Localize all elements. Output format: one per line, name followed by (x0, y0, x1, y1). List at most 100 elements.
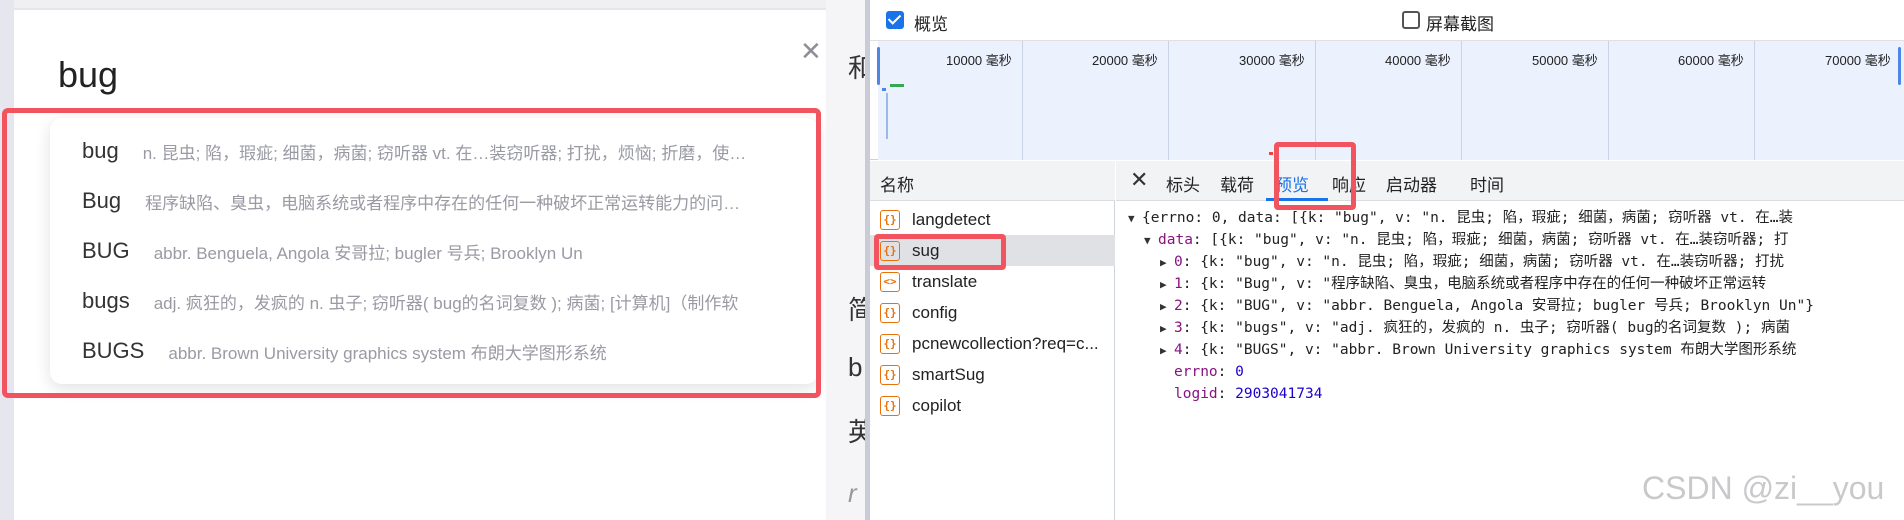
timeline-tick-label: 40000 毫秒 (1385, 53, 1451, 68)
json-item-text: : {k: "bug", v: "n. 昆虫; 陷，瑕疵; 细菌，病菌; 窃听器… (1182, 254, 1785, 270)
tab-preview[interactable]: 预览 (1275, 171, 1309, 196)
devtools-network-panel: 概览 屏幕截图 10000 毫秒 20000 毫秒 30000 毫秒 40000… (870, 0, 1904, 520)
request-list: 名称 {} langdetect {} sug <> translate {} … (870, 161, 1115, 520)
expand-triangle-icon[interactable]: ▶ (1160, 274, 1174, 296)
json-index: 2 (1174, 298, 1183, 314)
overview-toolbar: 概览 屏幕截图 (870, 0, 1904, 40)
timeline-tick-label: 30000 毫秒 (1239, 53, 1305, 68)
search-sheet: bug ✕ bug n. 昆虫; 陷，瑕疵; 细菌，病菌; 窃听器 vt. 在…… (14, 10, 826, 520)
collapse-triangle-icon[interactable]: ▼ (1144, 230, 1158, 252)
expand-triangle-icon[interactable]: ▶ (1160, 296, 1174, 318)
request-row[interactable]: {} langdetect (870, 204, 1115, 235)
expand-triangle-icon[interactable]: ▶ (1160, 252, 1174, 274)
peek-text: 英 (848, 417, 865, 447)
timeline-gridline (1315, 41, 1316, 160)
tab-response[interactable]: 响应 (1332, 171, 1366, 196)
fetch-icon: {} (880, 395, 900, 416)
json-item-line[interactable]: ▶ 0: {k: "bug", v: "n. 昆虫; 陷，瑕疵; 细菌，病菌; 窃… (1160, 251, 1784, 273)
json-key: data (1158, 232, 1193, 248)
timeline-request-bar (886, 93, 888, 139)
peek-text: 简 (848, 295, 865, 325)
detail-tabs: ✕ 标头 载荷 预览 响应 启动器 时间 (1116, 161, 1904, 201)
json-number: 2903041734 (1235, 386, 1323, 402)
request-row[interactable]: {} pcnewcollection?req=c... (870, 328, 1115, 359)
fetch-icon: {} (880, 333, 900, 354)
json-root-line[interactable]: ▼ {errno: 0, data: [{k: "bug", v: "n. 昆虫;… (1128, 207, 1793, 229)
json-item-line[interactable]: ▶ 2: {k: "BUG", v: "abbr. Benguela, Angol… (1160, 295, 1814, 317)
json-data-summary: : [{k: "bug", v: "n. 昆虫; 陷，瑕疵; 细菌，病菌; 窃听… (1192, 232, 1789, 248)
peek-text: b (848, 352, 863, 382)
expand-triangle-icon[interactable]: ▶ (1160, 340, 1174, 362)
fetch-icon: {} (880, 209, 900, 230)
network-timeline-overview[interactable]: 10000 毫秒 20000 毫秒 30000 毫秒 40000 毫秒 5000… (870, 40, 1904, 160)
timeline-gridline (1754, 41, 1755, 160)
close-detail-icon[interactable]: ✕ (1130, 167, 1148, 193)
tab-initiator[interactable]: 启动器 (1386, 171, 1437, 196)
request-list-header[interactable]: 名称 (870, 161, 1115, 201)
tab-timing[interactable]: 时间 (1470, 171, 1504, 196)
request-row[interactable]: {} smartSug (870, 359, 1115, 390)
request-name: translate (912, 271, 978, 291)
screenshot-checkbox[interactable] (1402, 11, 1420, 29)
suggestion-item[interactable]: bugs adj. 疯狂的，发疯的 n. 虫子; 窃听器( bug的名词复数 )… (82, 283, 738, 319)
suggestion-definition: 程序缺陷、臭虫，电脑系统或者程序中存在的任何一种破坏正常运转能力的问… (145, 193, 741, 213)
timeline-tick-label: 10000 毫秒 (946, 53, 1012, 68)
suggestion-word: bugs (82, 288, 130, 313)
json-item-text: : {k: "BUG", v: "abbr. Benguela, Angola … (1182, 298, 1814, 314)
request-row[interactable]: <> translate (870, 266, 1115, 297)
left-gutter (0, 0, 14, 520)
request-name: config (912, 302, 958, 322)
watermark: CSDN @zi__you (1642, 470, 1885, 506)
json-item-line[interactable]: ▶ 4: {k: "BUGS", v: "abbr. Brown Universi… (1160, 339, 1796, 361)
fetch-icon: {} (880, 240, 900, 261)
request-row[interactable]: {} config (870, 297, 1115, 328)
close-icon[interactable]: ✕ (800, 38, 822, 64)
request-name: sug (912, 240, 940, 260)
json-errno-line: errno: 0 (1174, 364, 1244, 380)
json-root-summary: {errno: 0, data: [{k: "bug", v: "n. 昆虫; … (1142, 210, 1794, 226)
json-logid-line: logid: 2903041734 (1174, 386, 1323, 402)
suggestion-item[interactable]: BUG abbr. Benguela, Angola 安哥拉; bugler 号… (82, 233, 583, 269)
timeline-gridline (1168, 41, 1169, 160)
json-key: logid (1174, 386, 1218, 402)
request-row-selected[interactable]: {} sug (870, 235, 1115, 266)
suggestion-item[interactable]: Bug 程序缺陷、臭虫，电脑系统或者程序中存在的任何一种破坏正常运转能力的问… (82, 183, 740, 219)
tab-payload[interactable]: 载荷 (1220, 171, 1254, 196)
timeline-tick-label: 20000 毫秒 (1092, 53, 1158, 68)
suggestion-word: BUGS (82, 338, 145, 363)
suggestion-definition: abbr. Benguela, Angola 安哥拉; bugler 号兵; B… (153, 243, 583, 263)
timeline-right-handle[interactable] (1898, 47, 1901, 85)
tab-headers[interactable]: 标头 (1166, 171, 1200, 196)
overview-checkbox[interactable] (886, 11, 904, 29)
screenshot-root: bug ✕ bug n. 昆虫; 陷，瑕疵; 细菌，病菌; 窃听器 vt. 在…… (0, 0, 1904, 520)
background-page-peek: 和 简 b 英 r (826, 0, 865, 520)
timeline-gridline (1461, 41, 1462, 160)
suggestion-item[interactable]: BUGS abbr. Brown University graphics sys… (82, 333, 607, 369)
suggestion-item[interactable]: bug n. 昆虫; 陷，瑕疵; 细菌，病菌; 窃听器 vt. 在…装窃听器; … (82, 133, 746, 169)
json-data-line[interactable]: ▼ data: [{k: "bug", v: "n. 昆虫; 陷，瑕疵; 细菌，病… (1144, 229, 1788, 251)
timeline-request-bar (1269, 152, 1273, 155)
json-number: 0 (1235, 364, 1244, 380)
request-row[interactable]: {} copilot (870, 390, 1115, 421)
request-name: pcnewcollection?req=c... (912, 333, 1099, 353)
timeline-gridline (1022, 41, 1023, 160)
document-icon: <> (880, 271, 900, 292)
fetch-icon: {} (880, 364, 900, 385)
json-index: 3 (1174, 320, 1183, 336)
expand-triangle-icon[interactable]: ▶ (1160, 318, 1174, 340)
collapse-triangle-icon[interactable]: ▼ (1128, 208, 1142, 230)
json-item-line[interactable]: ▶ 3: {k: "bugs", v: "adj. 疯狂的，发疯的 n. 虫子; … (1160, 317, 1790, 339)
request-name: langdetect (912, 209, 991, 229)
translate-page: bug ✕ bug n. 昆虫; 陷，瑕疵; 细菌，病菌; 窃听器 vt. 在…… (0, 0, 865, 520)
json-item-line[interactable]: ▶ 1: {k: "Bug", v: "程序缺陷、臭虫，电脑系统或者程序中存在的任… (1160, 273, 1766, 295)
suggestion-definition: abbr. Brown University graphics system 布… (168, 343, 607, 363)
timeline-left-handle[interactable] (877, 47, 880, 85)
json-index: 4 (1174, 342, 1183, 358)
json-item-text: : {k: "Bug", v: "程序缺陷、臭虫，电脑系统或者程序中存在的任何一… (1182, 276, 1767, 292)
timeline-gridline (1608, 41, 1609, 160)
json-index: 1 (1174, 276, 1183, 292)
suggestion-word: BUG (82, 238, 130, 263)
search-query-text[interactable]: bug (58, 54, 118, 96)
screenshot-label: 屏幕截图 (1426, 15, 1494, 34)
peek-text: 和 (848, 53, 865, 83)
